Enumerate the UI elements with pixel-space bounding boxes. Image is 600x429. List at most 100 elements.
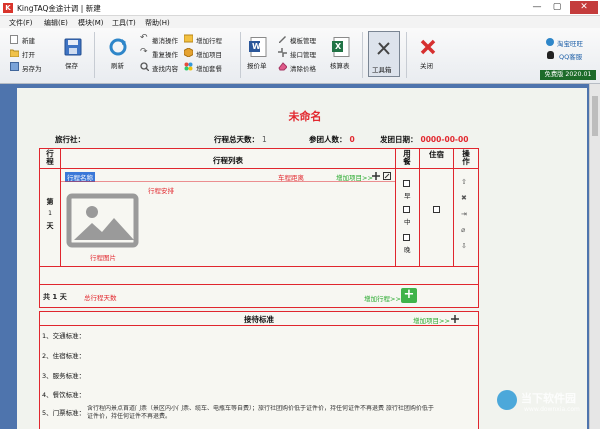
template-manager-button[interactable]: 模板管理 [278,34,328,45]
close-window-button[interactable]: ✕ [570,1,598,14]
toolbar-separator [240,32,241,78]
breakfast-checkbox[interactable] [403,180,410,187]
quote-label: 报价单 [247,62,267,70]
minimize-button[interactable]: — [528,1,546,14]
toolbox-button[interactable]: 工具箱 [368,31,400,77]
col-stay-header: 住宿 [429,150,444,159]
new-button[interactable]: 新建 [10,34,50,45]
add-row-button[interactable]: 增加行程 [184,34,234,45]
row-divider [39,266,479,267]
redo-button[interactable]: ↷ 重复操作 [140,47,184,59]
watermark-site: 当下软件园 [521,392,576,405]
api-manager-button[interactable]: 接口管理 [278,48,328,59]
ticket-standard[interactable]: 5、门票标准： [42,407,85,417]
add-row-button[interactable]: + [401,288,417,303]
undo-icon: ↶ [140,33,148,43]
document-title[interactable]: 未命名 [0,108,600,124]
new-file-icon [10,35,18,44]
service-standard[interactable]: 3、服务标准： [42,370,85,380]
toolbar: 新建 打开 另存为 保存 刷新 ↶ 撤消操作 ↷ 重复操作 查找内容 增加行程 … [0,28,600,84]
add-item-button[interactable]: 增加项目 [184,48,234,59]
taobao-link[interactable]: 淘宝旺旺 [546,38,592,49]
transport-standard[interactable]: 1、交通标准： [42,330,85,340]
maximize-button[interactable]: ▢ [548,1,566,14]
itinerary-arrangement-field[interactable]: 行程安排 [148,185,174,195]
participants-field[interactable]: 参团人数： 0 [309,134,355,145]
menu-help[interactable]: 帮助(H) [145,18,170,28]
search-icon [140,62,149,71]
menu-module[interactable]: 模块(M) [78,18,104,28]
save-as-button[interactable]: 另存为 [10,62,54,73]
menu-bar: 文件(F) 编辑(E) 模块(M) 工具(T) 帮助(H) [0,16,600,28]
move-down-icon[interactable]: ⇩ [461,242,467,250]
clear-price-button[interactable]: 清除价格 [278,62,328,73]
app-icon: K [3,3,13,13]
reception-add-item-link[interactable]: 增加项目>> [413,315,450,325]
insert-icon[interactable]: ⇥ [461,210,467,218]
quote-button[interactable]: W 报价单 [244,36,272,72]
add-icon[interactable] [451,315,459,323]
lodging-standard[interactable]: 2、住宿标准： [42,350,85,360]
image-placeholder-icon[interactable] [66,193,139,248]
excel-letter: X [335,42,342,51]
refresh-button[interactable]: 刷新 [104,36,132,72]
ticket-standard-note[interactable]: 含行程内景点首道门票（景区内小门票、缆车、电瓶车等自费）；旅行社团购价低于证件价… [87,405,475,421]
redo-icon: ↷ [140,47,148,57]
open-button[interactable]: 打开 [10,48,50,59]
toolbox-label: 工具箱 [372,66,392,74]
api-manager-label: 接口管理 [290,51,316,59]
column-divider [453,148,454,266]
undo-label: 撤消操作 [152,37,178,45]
delete-icon[interactable]: ✖ [461,194,467,202]
redo-label: 重复操作 [152,51,178,59]
add-row-icon [184,34,193,43]
add-meal-icon [184,62,193,71]
find-button[interactable]: 查找内容 [140,62,184,73]
taobao-icon [546,38,554,46]
close-icon [420,39,436,55]
reception-header-divider [39,325,479,326]
dinner-checkbox[interactable] [403,234,410,241]
row-divider [39,284,479,285]
menu-edit[interactable]: 编辑(E) [44,18,68,28]
save-button[interactable]: 保存 [60,36,86,72]
menu-file[interactable]: 文件(F) [9,18,33,28]
open-label: 打开 [22,51,35,59]
attachment-icon[interactable]: ⌀ [461,226,465,234]
column-divider [60,148,61,266]
col-trip-header: 行程 [46,149,54,166]
vertical-scrollbar[interactable] [589,84,600,429]
close-button[interactable]: 关闭 [414,36,442,72]
check-sheet-button[interactable]: X 核算表 [326,36,356,72]
undo-button[interactable]: ↶ 撤消操作 [140,33,184,45]
check-sheet-label: 核算表 [330,62,350,70]
lunch-label: 中 [404,218,411,226]
qq-support-link[interactable]: QQ客服 [546,51,592,62]
lunch-checkbox[interactable] [403,206,410,213]
save-as-label: 另存为 [22,65,42,73]
add-meal-button[interactable]: 增加套餐 [184,62,234,73]
stay-checkbox[interactable] [433,206,440,213]
save-label: 保存 [65,62,78,70]
add-item-label: 增加项目 [196,51,222,59]
toolbar-separator [362,32,363,78]
column-divider [395,148,396,266]
day-label: 第1天 [46,198,54,230]
add-icon[interactable] [372,172,380,180]
move-up-icon[interactable]: ⇧ [461,178,467,186]
watermark-logo-icon [497,390,517,410]
template-manager-label: 模板管理 [290,37,316,45]
add-row-link[interactable]: 增加行程>> [364,293,401,303]
qq-icon [547,51,554,59]
add-item-icon [184,48,193,57]
title-bar: K KingTAQ金途计调 | 新建 — ▢ ✕ [0,0,600,16]
column-divider [419,148,420,266]
agency-field[interactable]: 旅行社： [55,134,85,145]
toolbox-icon [377,42,390,55]
meal-standard[interactable]: 4、餐饮标准： [42,389,85,399]
close-label: 关闭 [420,62,433,70]
depart-date-field[interactable]: 发团日期： 0000-00-00 [380,134,468,145]
edit-icon[interactable] [383,172,391,180]
window-title: KingTAQ金途计调 | 新建 [17,4,101,13]
menu-tools[interactable]: 工具(T) [112,18,136,28]
